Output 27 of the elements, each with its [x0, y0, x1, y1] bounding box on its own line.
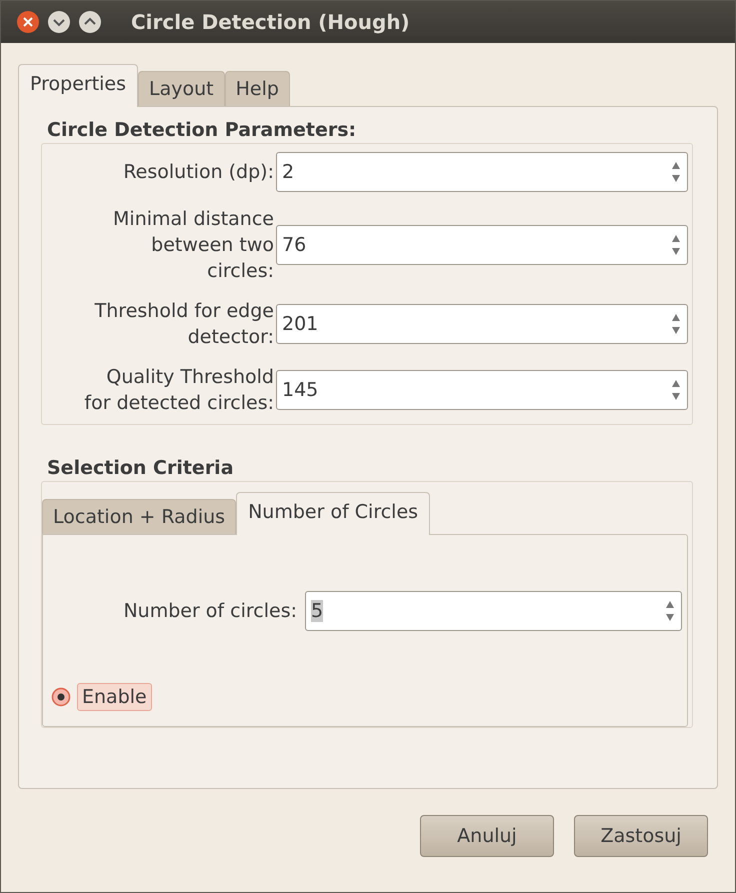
spin-arrows-icon[interactable]: [671, 233, 681, 257]
dialog-button[interactable]: Zastosuj: [574, 815, 708, 857]
spin-field[interactable]: 76: [276, 225, 688, 265]
tab[interactable]: Help: [224, 71, 290, 106]
group-title: Circle Detection Parameters:: [46, 119, 358, 141]
spin-field[interactable]: 5: [305, 591, 682, 631]
spin-arrows-icon[interactable]: [671, 378, 681, 402]
tab[interactable]: Number of Circles: [236, 492, 430, 535]
field-label: Resolution (dp):: [122, 160, 275, 185]
spin-arrows-icon[interactable]: [671, 160, 681, 184]
radio-button[interactable]: [51, 687, 71, 707]
radio-label[interactable]: Enable: [77, 683, 152, 711]
spin-arrows-icon[interactable]: [671, 312, 681, 336]
group-title: Selection Criteria: [46, 457, 235, 479]
spin-field[interactable]: 201: [276, 304, 688, 344]
spin-arrows-icon[interactable]: [665, 599, 675, 623]
field-label: Threshold for edge detector:: [94, 299, 275, 350]
spin-field[interactable]: 2: [276, 152, 688, 192]
field-label: Quality Threshold for detected circles:: [83, 365, 275, 416]
field-label: Number of circles:: [122, 599, 298, 624]
tab[interactable]: Location + Radius: [42, 499, 236, 534]
spin-field[interactable]: 145: [276, 370, 688, 410]
field-label: Minimal distance between two circles:: [112, 207, 275, 284]
tab[interactable]: Properties: [18, 64, 138, 107]
tab[interactable]: Layout: [138, 71, 225, 106]
dialog-button[interactable]: Anuluj: [420, 815, 554, 857]
window-title: Circle Detection (Hough): [131, 10, 410, 34]
